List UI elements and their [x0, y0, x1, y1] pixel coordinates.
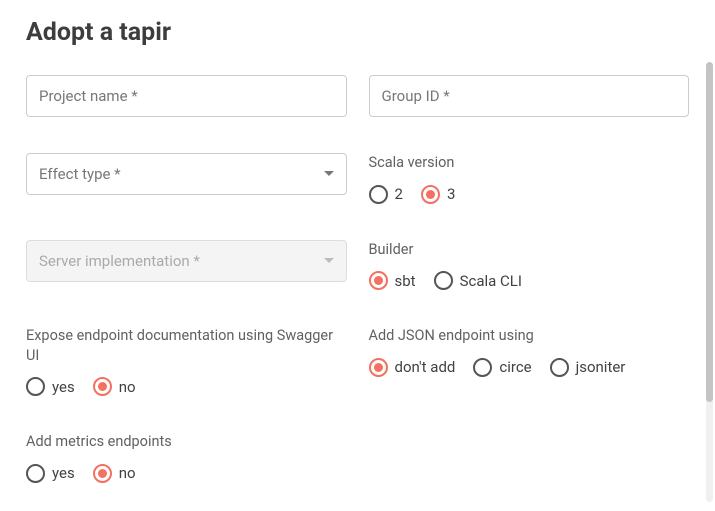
radio-icon — [93, 377, 112, 396]
chevron-down-icon — [324, 171, 334, 177]
radio-icon — [421, 185, 440, 204]
server-implementation-placeholder: Server implementation * — [39, 252, 200, 270]
radio-icon — [93, 464, 112, 483]
radio-icon — [26, 377, 45, 396]
swagger-no-radio[interactable]: no — [93, 377, 136, 396]
radio-label: Scala CLI — [460, 272, 522, 290]
radio-label: circe — [499, 358, 531, 376]
scrollbar[interactable] — [706, 62, 713, 502]
scala-version-3-radio[interactable]: 3 — [421, 185, 455, 204]
server-implementation-select[interactable]: Server implementation * — [26, 240, 347, 282]
builder-scalacli-radio[interactable]: Scala CLI — [434, 271, 522, 290]
radio-icon — [434, 271, 453, 290]
radio-icon — [473, 358, 492, 377]
radio-label: 2 — [395, 185, 403, 203]
radio-label: jsoniter — [576, 358, 626, 376]
radio-icon — [369, 358, 388, 377]
json-jsoniter-radio[interactable]: jsoniter — [550, 358, 626, 377]
scrollbar-thumb[interactable] — [706, 62, 713, 402]
radio-label: yes — [52, 464, 75, 482]
swagger-label: Expose endpoint documentation using Swag… — [26, 326, 347, 365]
metrics-label: Add metrics endpoints — [26, 432, 347, 452]
radio-label: don't add — [395, 358, 456, 376]
radio-icon — [26, 464, 45, 483]
json-circe-radio[interactable]: circe — [473, 358, 531, 377]
radio-icon — [550, 358, 569, 377]
effect-type-placeholder: Effect type * — [39, 165, 121, 183]
radio-label: no — [119, 464, 136, 482]
radio-label: 3 — [447, 185, 455, 203]
project-name-input[interactable]: Project name * — [26, 75, 347, 117]
json-dontadd-radio[interactable]: don't add — [369, 358, 456, 377]
chevron-down-icon — [324, 258, 334, 264]
radio-label: yes — [52, 378, 75, 396]
builder-label: Builder — [369, 240, 690, 260]
radio-icon — [369, 271, 388, 290]
radio-label: sbt — [395, 272, 416, 290]
page-title: Adopt a tapir — [26, 18, 689, 47]
effect-type-select[interactable]: Effect type * — [26, 153, 347, 195]
swagger-yes-radio[interactable]: yes — [26, 377, 75, 396]
metrics-yes-radio[interactable]: yes — [26, 464, 75, 483]
metrics-no-radio[interactable]: no — [93, 464, 136, 483]
json-label: Add JSON endpoint using — [369, 326, 690, 346]
builder-sbt-radio[interactable]: sbt — [369, 271, 416, 290]
scala-version-label: Scala version — [369, 153, 690, 173]
radio-icon — [369, 185, 388, 204]
radio-label: no — [119, 378, 136, 396]
group-id-placeholder: Group ID * — [382, 87, 450, 105]
group-id-input[interactable]: Group ID * — [369, 75, 690, 117]
project-name-placeholder: Project name * — [39, 87, 138, 105]
scala-version-2-radio[interactable]: 2 — [369, 185, 403, 204]
